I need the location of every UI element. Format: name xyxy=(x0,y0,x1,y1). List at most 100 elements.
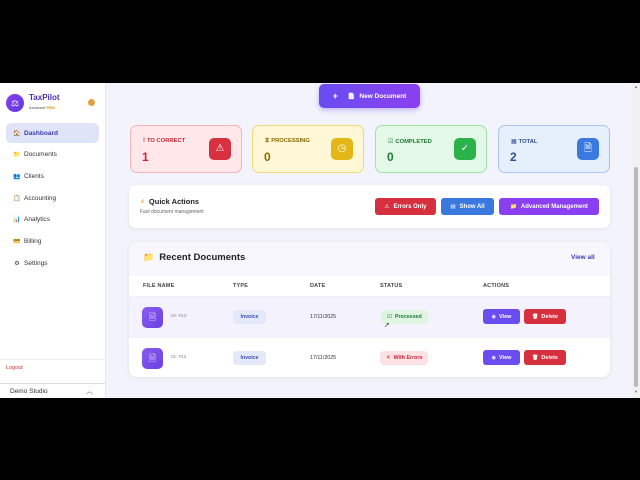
delete-button[interactable]: 🗑 Delete xyxy=(524,350,566,365)
mouse-cursor-icon: ➚ xyxy=(384,322,390,329)
sidebar-item-label: Accounting xyxy=(24,194,57,202)
column-header-type: TYPE xyxy=(233,283,249,289)
stat-card-completed[interactable]: ☑ COMPLETED 0 ✓ xyxy=(375,125,487,173)
column-header-date: DATE xyxy=(310,283,326,289)
new-document-button[interactable]: + 📄 New Document xyxy=(319,84,420,108)
stat-card-total[interactable]: ▦ TOTAL 2 🗎 xyxy=(498,125,610,173)
scroll-down-icon[interactable]: ▼ xyxy=(634,389,638,394)
workspace-name: Demo Studio xyxy=(10,388,48,395)
sidebar-item-label: Billing xyxy=(24,237,42,245)
document-icon: 📄 xyxy=(347,93,356,100)
document-icon: 🗎 xyxy=(142,307,163,328)
stat-label: ▦ TOTAL xyxy=(511,139,538,145)
column-header-status: STATUS xyxy=(380,283,403,289)
sidebar-item-label: Analytics xyxy=(24,216,51,224)
trash-icon: 🗑 xyxy=(532,354,539,361)
eye-icon: ◉ xyxy=(491,313,496,320)
sidebar-item-analytics[interactable]: 📊 Analytics xyxy=(6,210,99,230)
sidebar-item-clients[interactable]: 👥 Clients xyxy=(6,166,99,186)
stat-value: 2 xyxy=(510,150,517,164)
status-badge: ✕ With Errors xyxy=(380,351,429,365)
sidebar-item-label: Clients xyxy=(24,172,44,180)
recent-documents-header: 📁 Recent Documents View all xyxy=(129,242,610,276)
workspace-switcher[interactable]: Demo Studio ︿ xyxy=(0,383,106,398)
quick-actions-panel: ⚡ Quick Actions Fast document management … xyxy=(129,185,610,228)
brand-logo-icon: ⚖ xyxy=(6,94,24,112)
brand-subtitle: Assistant PRO xyxy=(29,105,56,110)
sidebar-item-documents[interactable]: 📁 Documents xyxy=(6,145,99,165)
theme-toggle-icon[interactable] xyxy=(88,99,95,106)
column-header-actions: ACTIONS xyxy=(483,283,510,289)
folder-icon: 📁 xyxy=(510,203,517,210)
hourglass-icon: ⧖ xyxy=(265,138,270,144)
sidebar-item-accounting[interactable]: 📋 Accounting xyxy=(6,188,99,208)
stat-card-processing[interactable]: ⧖ PROCESSING 0 ◷ xyxy=(252,125,364,173)
pro-badge: PRO xyxy=(46,105,56,110)
delete-button[interactable]: 🗑 Delete xyxy=(524,309,566,324)
brand-name: TaxPilot xyxy=(29,93,60,102)
sidebar-item-label: Settings xyxy=(24,259,48,267)
x-icon: ✕ xyxy=(386,355,391,361)
folder-icon: 📁 xyxy=(13,152,21,159)
file-icon: 🗎 xyxy=(577,138,599,160)
errors-only-button[interactable]: ⚠ Errors Only xyxy=(375,198,436,215)
stat-label: ☑ COMPLETED xyxy=(388,139,432,145)
sidebar: ⚖ TaxPilot Assistant PRO 🏠 Dashboard 📁 D… xyxy=(0,83,106,398)
table-row[interactable]: 🗎 ID: #12 Invoice 17/11/2025 ✕ With Error… xyxy=(129,337,610,377)
logout-link[interactable]: Logout xyxy=(0,359,106,374)
gear-icon: ⚙ xyxy=(14,260,20,267)
clipboard-icon: 📋 xyxy=(13,195,21,202)
type-badge: Invoice xyxy=(233,310,266,324)
advanced-management-button[interactable]: 📁 Advanced Management xyxy=(499,198,599,215)
stat-value: 1 xyxy=(142,150,149,164)
app-screen: ⚖ TaxPilot Assistant PRO 🏠 Dashboard 📁 D… xyxy=(0,83,640,398)
trash-icon: 🗑 xyxy=(532,313,539,320)
stat-label: ! TO CORRECT xyxy=(143,138,186,144)
users-icon: 👥 xyxy=(13,173,21,180)
view-button[interactable]: ◉ View xyxy=(483,350,520,365)
scrollbar-thumb[interactable] xyxy=(634,167,638,387)
view-button[interactable]: ◉ View xyxy=(483,309,520,324)
check-box-icon: ☑ xyxy=(387,314,392,320)
bar-chart-icon: ▦ xyxy=(511,139,517,145)
sidebar-item-billing[interactable]: 💳 Billing xyxy=(6,231,99,251)
stat-label: ⧖ PROCESSING xyxy=(265,138,310,144)
show-all-button[interactable]: ▤ Show All xyxy=(441,198,494,215)
sidebar-item-dashboard[interactable]: 🏠 Dashboard xyxy=(6,123,99,143)
recent-documents-panel: 📁 Recent Documents View all FILE NAME TYP… xyxy=(129,242,610,377)
view-all-link[interactable]: View all xyxy=(571,254,595,261)
check-icon: ✓ xyxy=(454,138,476,160)
home-icon: 🏠 xyxy=(13,130,21,137)
quick-actions-subtitle: Fast document management xyxy=(140,209,204,215)
chart-icon: 📊 xyxy=(13,217,21,224)
date-cell: 17/11/2025 xyxy=(310,355,337,361)
date-cell: 17/11/2025 xyxy=(310,314,337,320)
list-icon: ▤ xyxy=(450,203,456,210)
column-header-file-name: FILE NAME xyxy=(143,283,175,289)
folder-icon: 📁 xyxy=(143,252,155,262)
lightning-icon: ⚡ xyxy=(140,199,145,206)
document-icon: 🗎 xyxy=(142,348,163,369)
page-scrollbar[interactable]: ▲ ▼ xyxy=(632,83,640,398)
plus-icon: + xyxy=(332,91,338,101)
new-document-label: New Document xyxy=(359,92,407,100)
eye-icon: ◉ xyxy=(491,354,496,361)
scroll-up-icon[interactable]: ▲ xyxy=(634,84,638,89)
alert-triangle-icon: ⚠ xyxy=(209,138,231,160)
stat-card-to-correct[interactable]: ! TO CORRECT 1 ⚠ xyxy=(130,125,242,173)
type-badge: Invoice xyxy=(233,351,266,365)
warning-icon: ⚠ xyxy=(384,203,390,210)
sidebar-nav: 🏠 Dashboard 📁 Documents 👥 Clients 📋 Acco… xyxy=(6,123,99,275)
chevron-up-icon: ︿ xyxy=(86,388,93,395)
sidebar-item-label: Dashboard xyxy=(24,129,58,137)
file-id: ID: #12 xyxy=(171,355,187,360)
brand[interactable]: ⚖ TaxPilot Assistant PRO xyxy=(6,93,101,115)
file-id: ID: #13 xyxy=(171,314,187,319)
quick-actions-title: ⚡ Quick Actions xyxy=(140,197,200,206)
warning-icon: ! xyxy=(143,138,145,144)
sidebar-item-label: Documents xyxy=(24,151,57,159)
table-row[interactable]: 🗎 ID: #13 Invoice 17/11/2025 ☑ Processed … xyxy=(129,297,610,337)
recent-documents-title: 📁 Recent Documents xyxy=(143,252,246,263)
sidebar-item-settings[interactable]: ⚙ Settings xyxy=(6,253,99,273)
stat-value: 0 xyxy=(387,150,394,164)
